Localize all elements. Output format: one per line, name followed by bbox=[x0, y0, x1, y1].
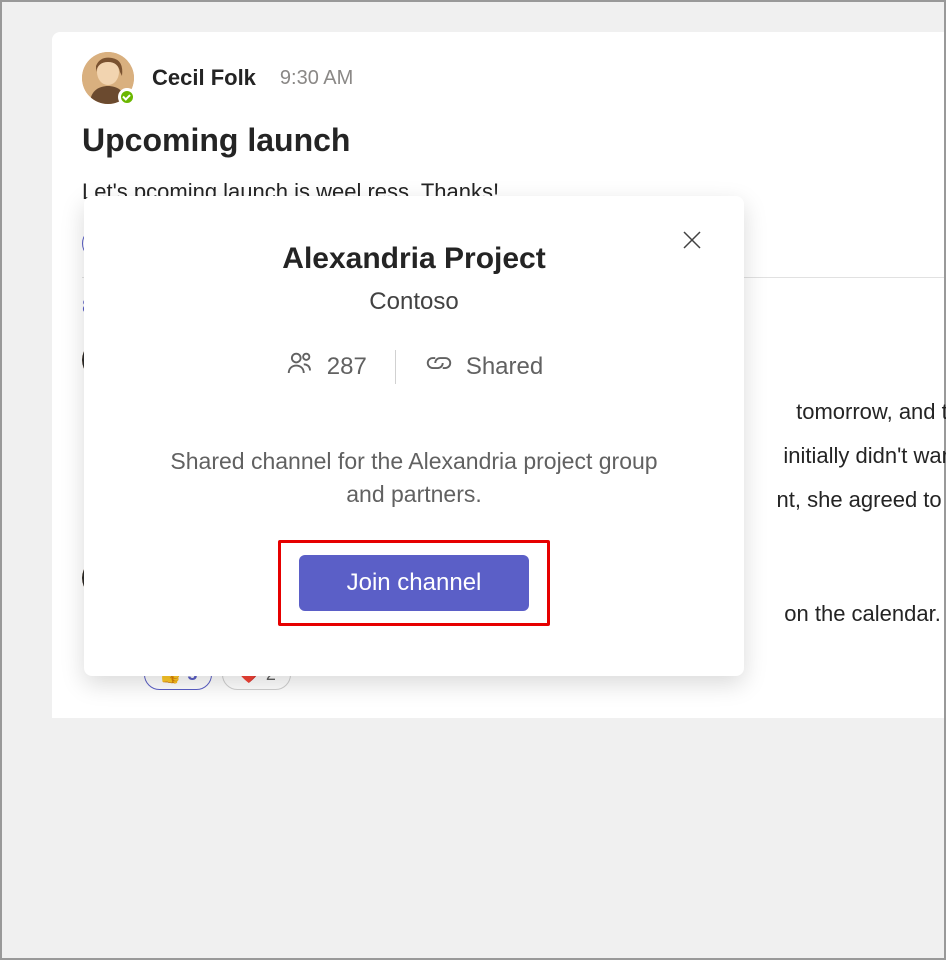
divider bbox=[395, 350, 396, 384]
channel-title: Alexandria Project bbox=[134, 242, 694, 276]
member-count-stat: 287 bbox=[285, 348, 367, 385]
channel-org: Contoso bbox=[134, 288, 694, 316]
shared-stat: Shared bbox=[424, 348, 543, 385]
post-title: Upcoming launch bbox=[82, 122, 944, 159]
join-channel-button[interactable]: Join channel bbox=[299, 555, 530, 611]
avatar[interactable] bbox=[82, 52, 134, 104]
annotation-highlight: Join channel bbox=[278, 540, 551, 626]
shared-channel-icon bbox=[424, 348, 454, 385]
member-count: 287 bbox=[327, 353, 367, 381]
presence-available-icon bbox=[118, 88, 136, 106]
shared-label: Shared bbox=[466, 353, 543, 381]
channel-info-popover: Alexandria Project Contoso 287 Shared Sh… bbox=[84, 196, 744, 676]
channel-description: Shared channel for the Alexandria projec… bbox=[134, 445, 694, 512]
people-icon bbox=[285, 348, 315, 385]
app-frame: Cecil Folk 9:30 AM Upcoming launch Let's… bbox=[0, 0, 946, 960]
post-author[interactable]: Cecil Folk bbox=[152, 65, 256, 91]
close-button[interactable] bbox=[676, 224, 708, 256]
channel-stats: 287 Shared bbox=[134, 348, 694, 385]
close-icon bbox=[682, 230, 702, 250]
post-header: Cecil Folk 9:30 AM bbox=[82, 52, 944, 104]
post-timestamp: 9:30 AM bbox=[280, 67, 353, 90]
